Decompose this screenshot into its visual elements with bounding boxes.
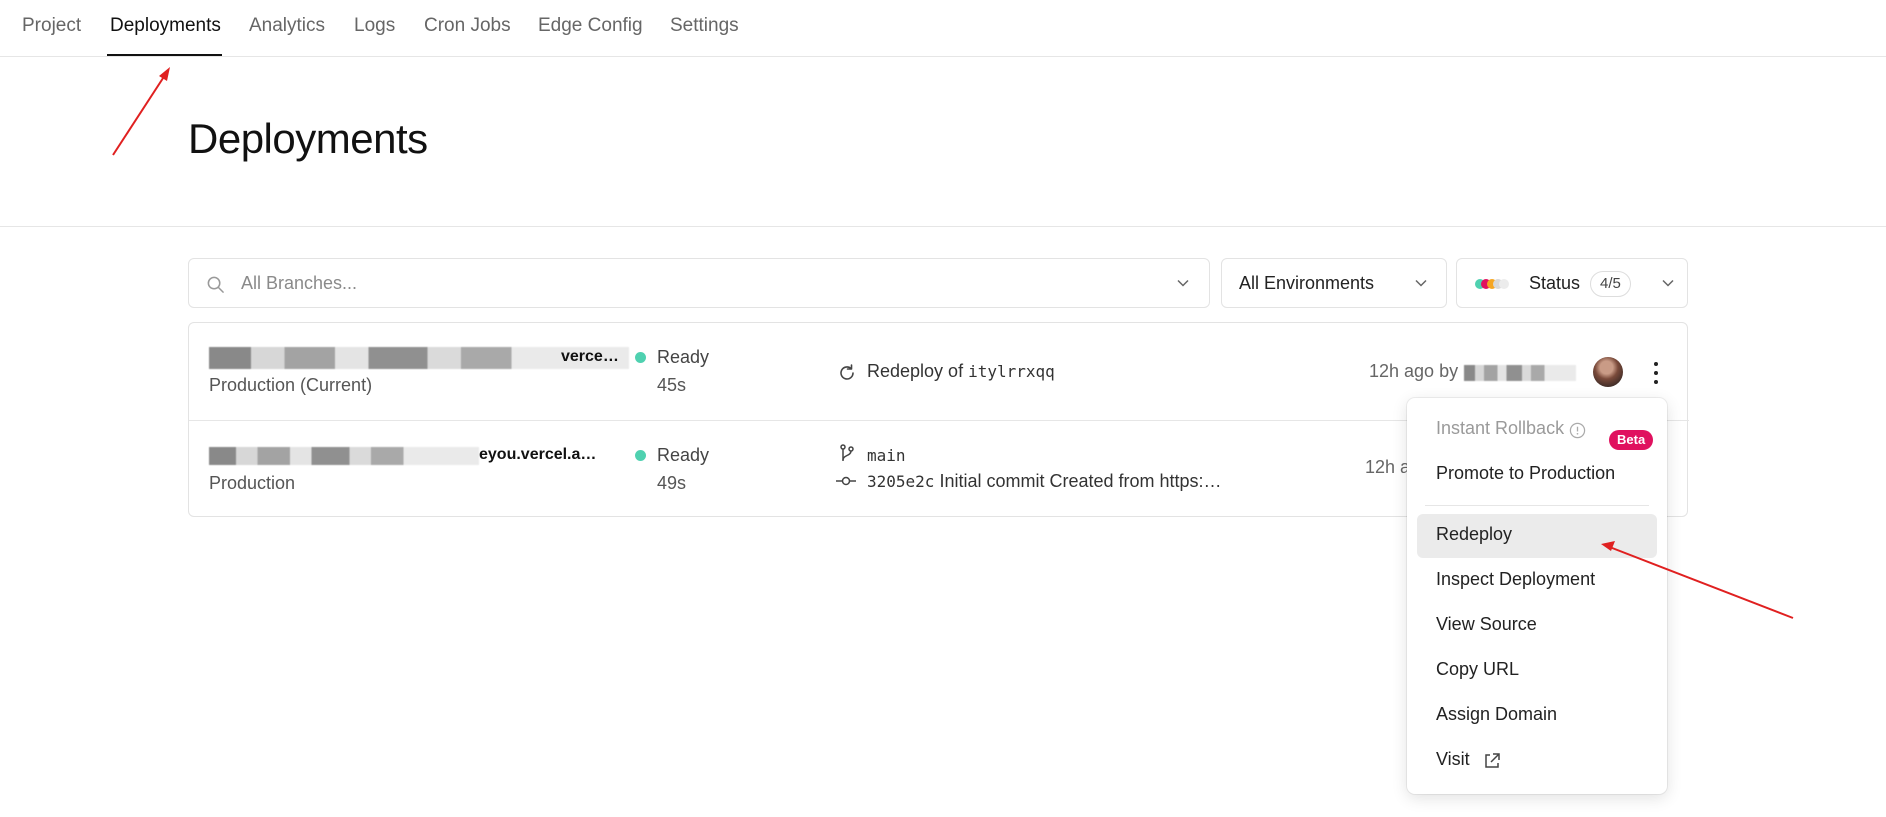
annotation-arrows (112, 67, 1794, 619)
arrow-to-deployments-tab (112, 67, 170, 156)
arrow-to-redeploy (1601, 541, 1794, 619)
